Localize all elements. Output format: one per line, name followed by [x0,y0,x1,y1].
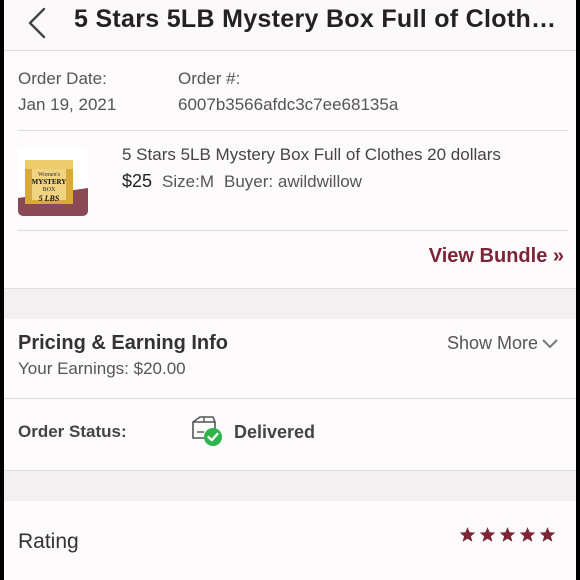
header-bar: 5 Stars 5LB Mystery Box Full of Clothes … [4,0,576,51]
rating-label: Rating [18,530,79,553]
mystery-box-image: Women's MYSTERY BOX 5 LBS [18,146,88,216]
order-number-value: 6007b3566afdc3c7ee68135a [178,95,399,114]
item-details: $25 Size:M Buyer: awildwillow [122,171,362,192]
order-date-block: Order Date: Jan 19, 2021 [18,66,116,118]
order-date-value: Jan 19, 2021 [18,95,117,114]
item-thumbnail[interactable]: Women's MYSTERY BOX 5 LBS [18,146,88,216]
your-earnings: Your Earnings: $20.00 [18,359,186,378]
order-status-value: Delivered [234,422,316,442]
order-status-label: Order Status: [18,422,127,441]
order-details-screen: 5 Stars 5LB Mystery Box Full of Clothes … [4,0,576,580]
rating-stars [459,526,556,543]
section-separator [4,288,576,319]
show-more-button[interactable]: Show More [447,333,558,354]
item-buyer: Buyer: awildwillow [224,172,362,191]
thumb-text-line3: BOX [43,187,56,193]
item-size: Size:M [162,172,215,191]
order-number-label: Order #: [178,69,241,88]
show-more-label: Show More [446,333,538,353]
star-icon [539,527,556,542]
item-title[interactable]: 5 Stars 5LB Mystery Box Full of Clothes … [122,145,501,165]
package-delivered-icon [190,414,224,448]
section-separator [4,470,576,501]
divider [18,230,568,231]
order-number-block: Order #: 6007b3566afdc3c7ee68135a [178,66,398,118]
order-date-label: Order Date: [18,69,107,88]
divider [4,398,576,399]
pricing-section-title: Pricing & Earning Info [18,332,229,354]
thumb-text-line4: 5 LBS [39,194,60,203]
chevron-left-icon [28,7,46,39]
item-price: $25 [122,171,153,191]
chevron-down-icon [542,339,558,349]
star-icon [499,527,516,542]
thumb-text-line2: MYSTERY [32,178,67,186]
star-icon [519,527,536,542]
back-button[interactable] [24,6,54,40]
view-bundle-link[interactable]: View Bundle » [429,245,564,268]
page-title: 5 Stars 5LB Mystery Box Full of Clothes … [74,5,569,33]
divider [18,130,568,131]
star-icon [459,527,476,542]
star-icon [479,527,496,542]
